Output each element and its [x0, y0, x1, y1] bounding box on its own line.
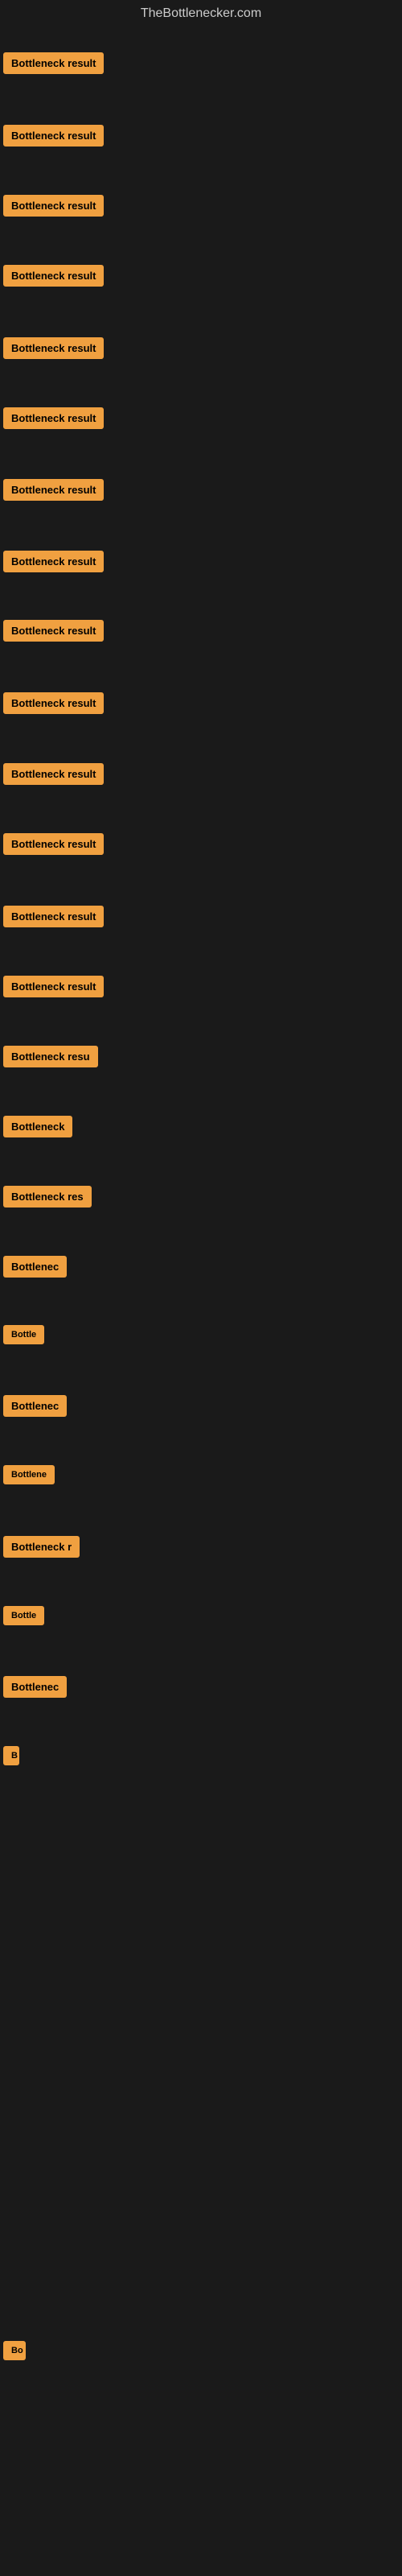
bottleneck-item: Bottleneck result [3, 760, 104, 792]
bottleneck-badge[interactable]: Bottleneck result [3, 976, 104, 997]
bottleneck-badge[interactable]: Bottleneck result [3, 407, 104, 429]
bottleneck-badge[interactable]: Bottleneck result [3, 52, 104, 74]
bottleneck-item: Bottleneck result [3, 902, 104, 935]
bottleneck-badge[interactable]: Bottleneck result [3, 551, 104, 572]
bottleneck-badge[interactable]: Bottleneck resu [3, 1046, 98, 1067]
bottleneck-badge[interactable]: Bottleneck result [3, 692, 104, 714]
bottleneck-item: B [3, 1743, 19, 1773]
bottleneck-badge[interactable]: Bottlene [3, 1465, 55, 1484]
bottleneck-badge[interactable]: Bottleneck result [3, 620, 104, 642]
bottleneck-item: Bottleneck [3, 1113, 72, 1145]
bottleneck-badge[interactable]: Bo [3, 2341, 26, 2360]
bottleneck-item: Bottleneck result [3, 547, 104, 580]
bottleneck-item: Bottleneck result [3, 334, 104, 366]
bottleneck-item: Bottleneck result [3, 192, 104, 224]
bottleneck-item: Bottleneck result [3, 49, 104, 81]
bottleneck-badge[interactable]: Bottlenec [3, 1395, 67, 1417]
bottleneck-item: Bo [3, 2338, 26, 2368]
bottleneck-badge[interactable]: B [3, 1746, 19, 1765]
bottleneck-item: Bottle [3, 1603, 44, 1633]
bottleneck-badge[interactable]: Bottleneck result [3, 833, 104, 855]
bottleneck-badge[interactable]: Bottleneck result [3, 265, 104, 287]
bottleneck-item: Bottleneck result [3, 122, 104, 154]
bottleneck-item: Bottleneck result [3, 404, 104, 436]
bottleneck-badge[interactable]: Bottle [3, 1325, 44, 1344]
bottleneck-item: Bottlenec [3, 1673, 67, 1705]
bottleneck-item: Bottlenec [3, 1392, 67, 1424]
bottleneck-badge[interactable]: Bottle [3, 1606, 44, 1625]
bottleneck-badge[interactable]: Bottleneck result [3, 125, 104, 147]
bottleneck-badge[interactable]: Bottlenec [3, 1676, 67, 1698]
bottleneck-item: Bottleneck r [3, 1533, 80, 1565]
bottleneck-badge[interactable]: Bottleneck result [3, 479, 104, 501]
bottleneck-item: Bottleneck result [3, 830, 104, 862]
site-title: TheBottlenecker.com [0, 0, 402, 27]
site-header: TheBottlenecker.com [0, 0, 402, 27]
bottleneck-badge[interactable]: Bottlenec [3, 1256, 67, 1278]
bottleneck-badge[interactable]: Bottleneck result [3, 906, 104, 927]
bottleneck-badge[interactable]: Bottleneck result [3, 763, 104, 785]
bottleneck-badge[interactable]: Bottleneck [3, 1116, 72, 1137]
bottleneck-badge[interactable]: Bottleneck res [3, 1186, 92, 1208]
bottleneck-badge[interactable]: Bottleneck r [3, 1536, 80, 1558]
bottleneck-item: Bottlene [3, 1462, 55, 1492]
bottleneck-item: Bottleneck result [3, 262, 104, 294]
bottleneck-item: Bottleneck resu [3, 1042, 98, 1075]
items-container: Bottleneck result Bottleneck result Bottle… [0, 27, 402, 2571]
bottleneck-item: Bottleneck result [3, 476, 104, 508]
bottleneck-item: Bottleneck result [3, 689, 104, 721]
bottleneck-badge[interactable]: Bottleneck result [3, 195, 104, 217]
bottleneck-badge[interactable]: Bottleneck result [3, 337, 104, 359]
bottleneck-item: Bottle [3, 1322, 44, 1352]
bottleneck-item: Bottleneck result [3, 617, 104, 649]
bottleneck-item: Bottlenec [3, 1253, 67, 1285]
bottleneck-item: Bottleneck res [3, 1183, 92, 1215]
bottleneck-item: Bottleneck result [3, 972, 104, 1005]
